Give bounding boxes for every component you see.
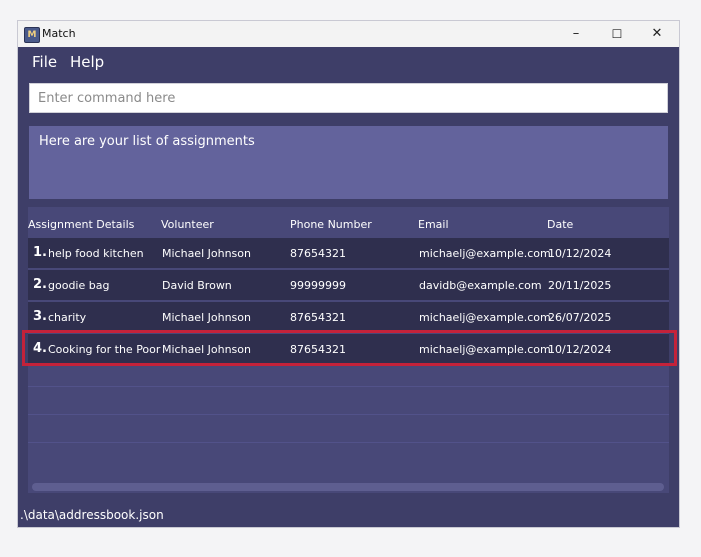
row-index: 1. [33, 245, 47, 260]
menu-bar: File Help [18, 47, 679, 77]
empty-row [28, 414, 669, 443]
cell-date: 10/12/2024 [548, 247, 612, 260]
app-logo-icon: M [24, 27, 40, 43]
cell-details: charity [48, 311, 87, 324]
cell-phone: 87654321 [290, 247, 346, 260]
horizontal-scrollbar[interactable] [32, 483, 664, 491]
data-file-path: .\data\addressbook.json [20, 508, 164, 522]
title-bar: M Match – ☐ ✕ [18, 21, 679, 47]
table-row[interactable]: 3. charity Michael Johnson 87654321 mich… [28, 302, 669, 332]
cell-email: michaelj@example.com [419, 247, 551, 260]
empty-row [28, 386, 669, 415]
result-text: Here are your list of assignments [39, 134, 255, 149]
table-row[interactable]: 1. help food kitchen Michael Johnson 876… [28, 238, 669, 268]
header-email: Email [418, 218, 449, 231]
app-window: M Match – ☐ ✕ File Help Here are your li… [18, 21, 679, 527]
menu-file[interactable]: File [32, 53, 57, 71]
header-date: Date [547, 218, 574, 231]
cell-phone: 99999999 [290, 279, 346, 292]
header-volunteer: Volunteer [161, 218, 214, 231]
header-phone-number: Phone Number [290, 218, 372, 231]
command-input[interactable] [30, 84, 667, 112]
result-display: Here are your list of assignments [29, 126, 668, 199]
cell-volunteer: Michael Johnson [162, 247, 251, 260]
table-row[interactable]: 2. goodie bag David Brown 99999999 david… [28, 270, 669, 300]
maximize-button[interactable]: ☐ [597, 21, 637, 47]
status-bar: .\data\addressbook.json [18, 503, 679, 527]
command-box [29, 83, 668, 113]
cell-date: 20/11/2025 [548, 279, 612, 292]
cell-phone: 87654321 [290, 311, 346, 324]
cell-email: davidb@example.com [419, 279, 542, 292]
cell-date: 26/07/2025 [548, 311, 612, 324]
header-assignment-details: Assignment Details [28, 218, 135, 231]
cell-volunteer: Michael Johnson [162, 311, 251, 324]
row-index: 2. [33, 277, 47, 292]
cell-details: help food kitchen [48, 247, 144, 260]
cell-details: goodie bag [48, 279, 110, 292]
menu-help[interactable]: Help [70, 53, 104, 71]
close-button[interactable]: ✕ [637, 21, 677, 47]
cell-volunteer: David Brown [162, 279, 232, 292]
row-index: 3. [33, 309, 47, 324]
highlight-box [22, 330, 677, 366]
window-title: Match [42, 27, 76, 40]
empty-row [28, 442, 669, 471]
minimize-button[interactable]: – [556, 21, 596, 47]
cell-email: michaelj@example.com [419, 311, 551, 324]
